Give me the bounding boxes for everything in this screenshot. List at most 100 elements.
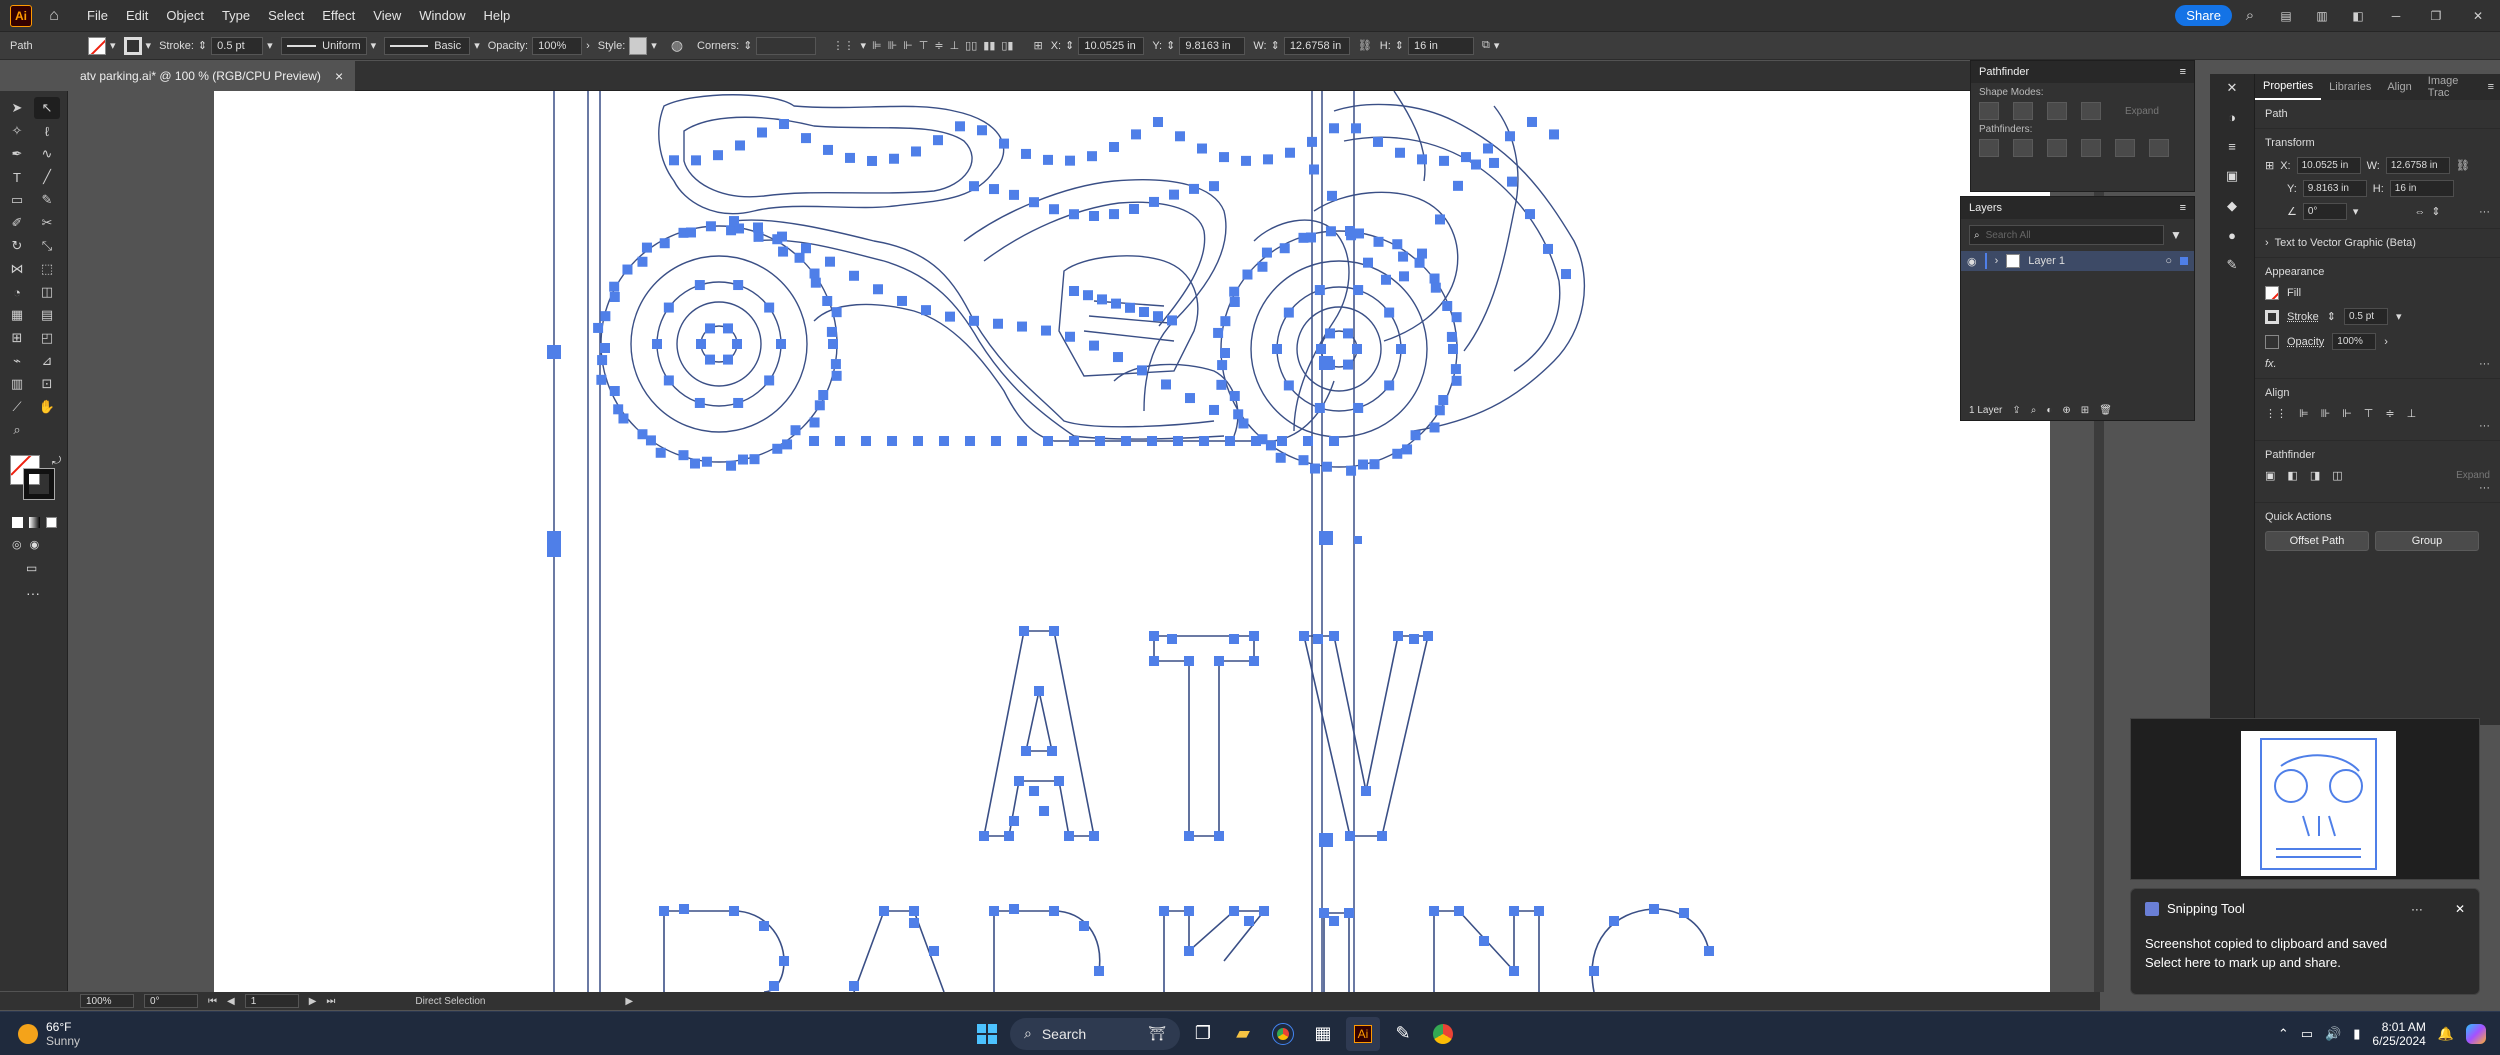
chevron-down-icon[interactable]: ▾ — [2353, 205, 2359, 218]
chevron-down-icon[interactable]: ▾ — [860, 39, 866, 52]
group-button[interactable]: Group — [2375, 531, 2479, 551]
anchor-point[interactable] — [1129, 203, 1139, 214]
chevron-right-icon[interactable]: › — [2265, 237, 2269, 249]
anchor-point[interactable] — [1184, 906, 1194, 916]
file-explorer-icon[interactable]: ▰ — [1226, 1017, 1260, 1051]
menu-type[interactable]: Type — [213, 8, 259, 23]
anchor-point[interactable] — [738, 454, 749, 465]
anchor-point[interactable] — [790, 425, 801, 436]
stepper-icon[interactable]: ⇕ — [1065, 39, 1074, 52]
anchor-point[interactable] — [1229, 391, 1240, 402]
locate-object-icon[interactable]: ⌕ — [2031, 405, 2037, 416]
anchor-point[interactable] — [1047, 746, 1057, 756]
anchor-point[interactable] — [1149, 656, 1159, 666]
x-field[interactable]: 10.0525 in — [1078, 36, 1145, 55]
anchor-point[interactable] — [1131, 129, 1141, 140]
anchor-point[interactable] — [989, 906, 999, 916]
anchor-point[interactable] — [1351, 123, 1361, 134]
anchor-point[interactable] — [753, 231, 764, 242]
rotate-angle-field[interactable]: 0° — [2302, 203, 2347, 220]
anchor-point[interactable] — [1017, 436, 1027, 446]
anchor-point[interactable] — [1442, 300, 1453, 311]
menu-effect[interactable]: Effect — [313, 8, 364, 23]
canvas-area[interactable] — [68, 91, 2104, 992]
anchor-point[interactable] — [1313, 634, 1323, 644]
anchor-point[interactable] — [1069, 286, 1079, 296]
bbox-handle[interactable] — [547, 543, 561, 557]
bbox-handle[interactable] — [547, 531, 561, 545]
paintbrush-tool-icon[interactable]: ✎ — [34, 189, 60, 211]
zoom-tool-icon[interactable]: ⌕ — [4, 419, 30, 441]
search-icon[interactable]: ⌕ — [2232, 7, 2268, 24]
corners-label[interactable]: Corners: — [697, 40, 739, 52]
anchor-point[interactable] — [669, 155, 679, 166]
anchor-point[interactable] — [1153, 117, 1163, 128]
anchor-point[interactable] — [596, 374, 607, 385]
expand-button[interactable]: Expand — [2456, 470, 2490, 481]
anchor-point[interactable] — [1095, 436, 1105, 446]
align-left-icon[interactable]: ⊫ — [2299, 407, 2309, 420]
anchor-point[interactable] — [1213, 327, 1224, 338]
snip-preview-thumbnail[interactable] — [2130, 718, 2480, 880]
opacity-label[interactable]: Opacity: — [488, 40, 528, 52]
battery-icon[interactable]: ▮ — [2353, 1026, 2360, 1042]
anchor-point[interactable] — [613, 404, 624, 415]
intersect-icon[interactable] — [2047, 102, 2067, 120]
anchor-point[interactable] — [663, 302, 674, 313]
parking-anchor-points[interactable] — [659, 904, 1714, 991]
anchor-point[interactable] — [1021, 746, 1031, 756]
anchor-point[interactable] — [1021, 148, 1031, 159]
start-windows-icon[interactable] — [970, 1017, 1004, 1051]
show-hidden-icons[interactable]: ⌃ — [2278, 1026, 2289, 1042]
anchor-point[interactable] — [1083, 290, 1093, 301]
swap-fill-stroke-icon[interactable]: ⤾ — [52, 455, 61, 468]
anchor-point[interactable] — [1314, 402, 1325, 413]
notifications-bell-icon[interactable]: 🔔 — [2438, 1026, 2454, 1042]
anchor-point[interactable] — [1377, 831, 1387, 841]
menu-object[interactable]: Object — [157, 8, 213, 23]
anchor-point[interactable] — [1392, 239, 1403, 250]
anchor-point[interactable] — [1417, 154, 1427, 165]
anchor-point[interactable] — [1185, 393, 1195, 404]
menu-select[interactable]: Select — [259, 8, 313, 23]
anchor-point[interactable] — [1279, 243, 1290, 254]
anchor-point[interactable] — [887, 436, 897, 446]
anchor-point[interactable] — [1489, 157, 1499, 168]
anchor-point[interactable] — [1429, 422, 1440, 433]
anchor-point[interactable] — [691, 155, 701, 166]
anchor-point[interactable] — [1423, 631, 1433, 641]
anchor-point[interactable] — [1361, 786, 1371, 796]
anchor-point[interactable] — [1109, 142, 1119, 153]
clock[interactable]: 8:01 AM 6/25/2024 — [2372, 1020, 2425, 1048]
anchor-point[interactable] — [989, 184, 999, 195]
anchor-point[interactable] — [637, 256, 648, 267]
anchor-point[interactable] — [814, 400, 825, 411]
anchor-point[interactable] — [1277, 436, 1287, 446]
anchor-point[interactable] — [1373, 236, 1384, 247]
width-tool-icon[interactable]: ⋈ — [4, 258, 30, 280]
chevron-down-icon[interactable]: ▾ — [110, 39, 116, 52]
fill-swatch[interactable] — [88, 36, 106, 55]
anchor-point[interactable] — [1392, 448, 1403, 459]
anchor-point[interactable] — [1111, 298, 1121, 309]
anchor-point[interactable] — [1069, 209, 1079, 220]
anchor-point[interactable] — [1454, 906, 1464, 916]
stroke-weight-field[interactable]: 0.5 pt — [2344, 308, 2389, 325]
anchor-point[interactable] — [1217, 360, 1228, 371]
anchor-point[interactable] — [1438, 395, 1449, 406]
anchor-point[interactable] — [1471, 159, 1481, 170]
anchor-point[interactable] — [809, 436, 819, 446]
gradient-tool-icon[interactable]: ▤ — [34, 304, 60, 326]
anchor-point[interactable] — [735, 140, 745, 151]
anchor-point[interactable] — [600, 311, 611, 322]
flip-vertical-icon[interactable]: ⇕ — [2431, 205, 2440, 218]
anchor-point[interactable] — [809, 268, 820, 279]
weather-widget[interactable]: 66°F Sunny — [0, 1020, 300, 1048]
more-options-icon[interactable]: ··· — [2265, 482, 2490, 494]
anchor-point[interactable] — [1285, 147, 1295, 158]
document-tab[interactable]: atv parking.ai* @ 100 % (RGB/CPU Preview… — [68, 60, 356, 91]
anchor-point[interactable] — [909, 918, 919, 928]
align-center-icon[interactable]: ⊪ — [2321, 407, 2331, 420]
anchor-point[interactable] — [1704, 946, 1714, 956]
anchor-point[interactable] — [1251, 436, 1261, 446]
